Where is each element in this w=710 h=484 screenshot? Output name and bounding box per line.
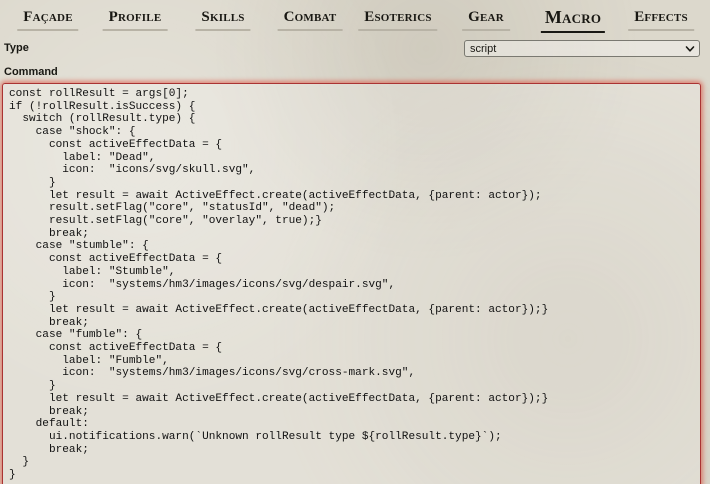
tab-gear[interactable]: Gear (462, 9, 510, 31)
tab-skills[interactable]: Skills (195, 9, 251, 31)
tab-macro[interactable]: Macro (540, 7, 606, 33)
sheet-tabs: Façade Profile Skills Combat Esoterics G… (0, 0, 710, 36)
tab-esoterics[interactable]: Esoterics (358, 9, 439, 31)
command-label: Command (4, 66, 58, 78)
tab-profile[interactable]: Profile (102, 9, 168, 31)
type-label: Type (4, 42, 29, 54)
tab-effects[interactable]: Effects (628, 9, 694, 31)
tab-combat[interactable]: Combat (277, 9, 343, 31)
command-textarea[interactable]: const rollResult = args[0]; if (!rollRes… (2, 83, 701, 484)
type-select-value: script (470, 43, 497, 55)
type-select[interactable]: script (464, 40, 700, 57)
command-code: const rollResult = args[0]; if (!rollRes… (9, 88, 549, 482)
tab-facade[interactable]: Façade (17, 9, 80, 31)
chevron-down-icon (685, 46, 695, 52)
